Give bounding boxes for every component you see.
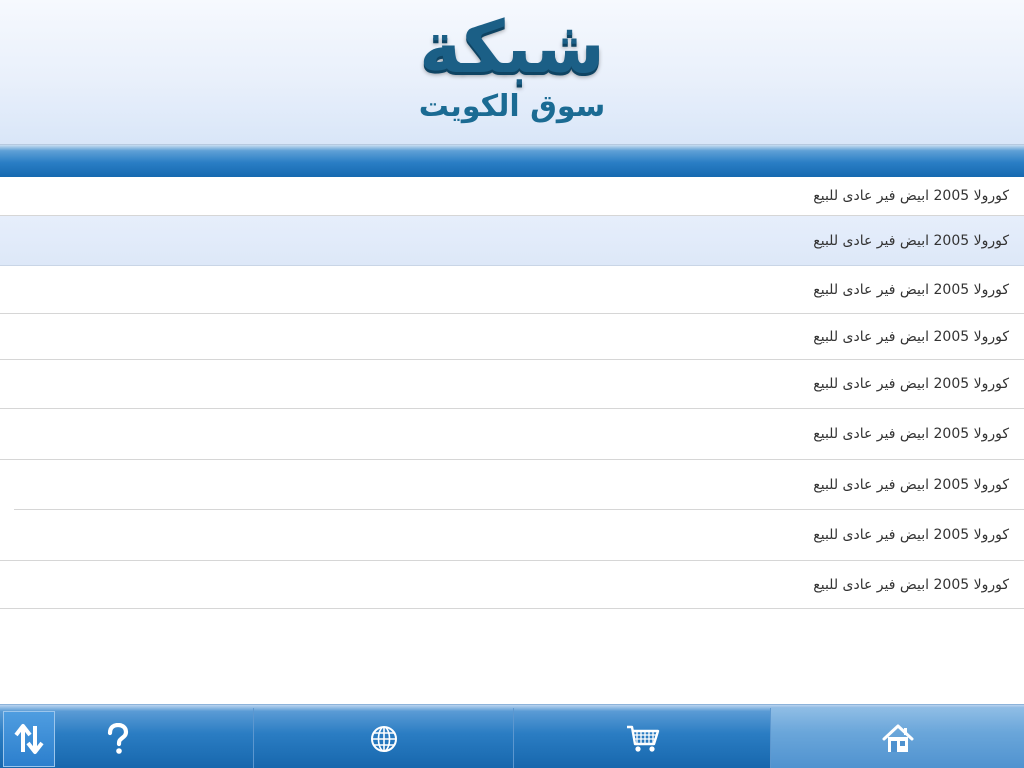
sort-arrows-icon xyxy=(14,724,44,754)
list-item[interactable]: كورولا 2005 ابيض فير عادى للبيع xyxy=(0,266,1024,314)
home-icon xyxy=(882,724,913,752)
tab-home[interactable] xyxy=(770,708,1024,768)
list-item[interactable]: كورولا 2005 ابيض فير عادى للبيع xyxy=(0,314,1024,360)
list-item-label: كورولا 2005 ابيض فير عادى للبيع xyxy=(813,477,1009,493)
list-item[interactable]: كورولا 2005 ابيض فير عادى للبيع xyxy=(0,460,1024,510)
help-icon xyxy=(107,723,129,754)
list-item-selected[interactable]: كورولا 2005 ابيض فير عادى للبيع xyxy=(0,216,1024,266)
list-item[interactable]: كورولا 2005 ابيض فير عادى للبيع xyxy=(0,510,1024,561)
tab-cart[interactable] xyxy=(513,708,771,768)
list-item-label: كورولا 2005 ابيض فير عادى للبيع xyxy=(813,576,1009,593)
tab-globe[interactable] xyxy=(253,708,514,768)
list-item-label: كورولا 2005 ابيض فير عادى للبيع xyxy=(813,376,1009,392)
list-item-label: كورولا 2005 ابيض فير عادى للبيع xyxy=(813,281,1009,298)
logo-sub-text: سوق الكويت xyxy=(418,89,606,124)
list-item[interactable]: كورولا 2005 ابيض فير عادى للبيع xyxy=(0,561,1024,609)
list-item-label: كورولا 2005 ابيض فير عادى للبيع xyxy=(813,188,1009,204)
globe-icon xyxy=(371,725,397,752)
header-band xyxy=(0,145,1024,177)
header: شبكة سوق الكويت xyxy=(0,0,1024,145)
logo: شبكة سوق الكويت xyxy=(392,4,632,134)
list-item-label: كورولا 2005 ابيض فير عادى للبيع xyxy=(813,527,1009,543)
list-item[interactable]: كورولا 2005 ابيض فير عادى للبيع xyxy=(0,409,1024,460)
list-item[interactable]: كورولا 2005 ابيض فير عادى للبيع xyxy=(0,360,1024,409)
list-item[interactable]: كورولا 2005 ابيض فير عادى للبيع xyxy=(0,177,1024,216)
app-root: شبكة سوق الكويت كورولا 2005 ابيض فير عاد… xyxy=(0,0,1024,768)
logo-main-text: شبكة xyxy=(419,5,605,89)
listing-list: كورولا 2005 ابيض فير عادى للبيع كورولا 2… xyxy=(0,177,1024,705)
sort-button[interactable] xyxy=(3,711,55,767)
list-item-label: كورولا 2005 ابيض فير عادى للبيع xyxy=(813,426,1009,442)
list-item-label: كورولا 2005 ابيض فير عادى للبيع xyxy=(813,328,1009,345)
cart-icon xyxy=(626,725,659,752)
help-button[interactable] xyxy=(92,711,144,767)
list-item-label: كورولا 2005 ابيض فير عادى للبيع xyxy=(813,232,1009,249)
bottom-tab-bar xyxy=(0,704,1024,768)
